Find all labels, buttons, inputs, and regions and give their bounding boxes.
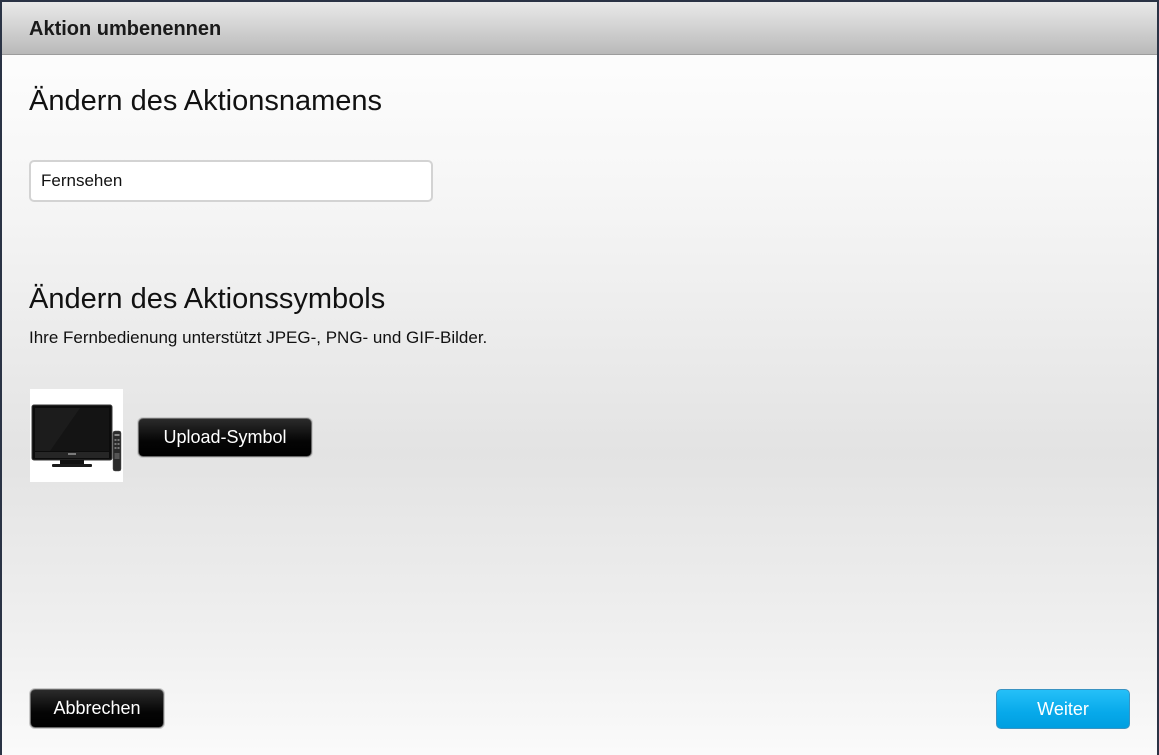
action-name-heading: Ändern des Aktionsnamens [29, 85, 383, 117]
action-name-input[interactable] [29, 160, 433, 202]
cancel-button[interactable]: Abbrechen [30, 689, 164, 728]
current-symbol-preview [30, 389, 123, 482]
next-button[interactable]: Weiter [996, 689, 1130, 729]
upload-symbol-button[interactable]: Upload-Symbol [138, 418, 312, 457]
rename-action-dialog: Aktion umbenennen Ändern des Aktionsname… [0, 0, 1159, 755]
dialog-titlebar: Aktion umbenennen [2, 2, 1157, 55]
supported-formats-hint: Ihre Fernbedienung unterstützt JPEG-, PN… [29, 328, 488, 347]
tv-icon [31, 404, 122, 472]
dialog-title: Aktion umbenennen [29, 18, 222, 40]
action-symbol-heading: Ändern des Aktionssymbols [29, 283, 386, 315]
